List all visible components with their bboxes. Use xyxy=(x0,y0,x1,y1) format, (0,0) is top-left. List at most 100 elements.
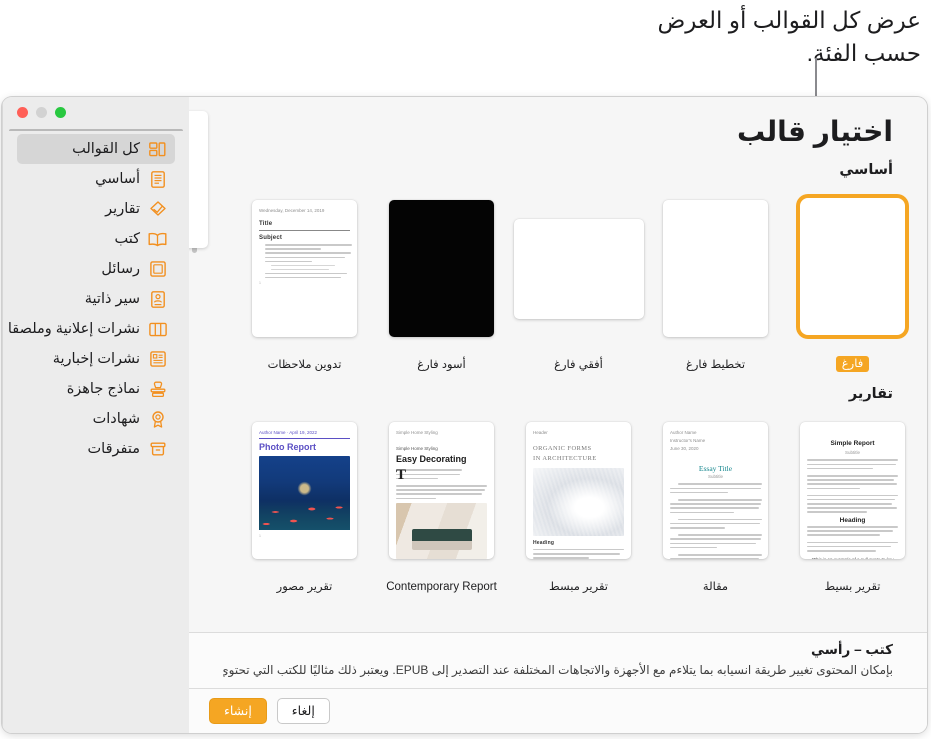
create-button[interactable]: إنشاء xyxy=(209,697,267,725)
template-card-black-blank[interactable]: أسود فارغ xyxy=(373,186,510,372)
essay-date: June 30, 2020 xyxy=(670,446,699,452)
sidebar-item-label: كل القوالب xyxy=(72,141,140,157)
minimize-button-icon[interactable] xyxy=(36,107,47,118)
template-card-blank-layout[interactable]: تخطيط فارغ xyxy=(647,186,784,372)
template-thumbnail[interactable] xyxy=(663,200,768,337)
template-thumbnail[interactable]: Simple Home Styling Simple Home Styling … xyxy=(389,422,494,560)
organic-title-line-1: ORGANIC FORMS xyxy=(533,445,592,453)
template-thumbnail[interactable] xyxy=(389,200,494,337)
template-thumbnail[interactable]: Wednesday, December 14, 2019 Title Subje… xyxy=(252,200,357,337)
template-row-reports: Simple Report Subtitle Heading "This is … xyxy=(189,111,927,594)
page-title: اختيار قالب xyxy=(736,116,893,147)
zoom-button-icon[interactable] xyxy=(55,107,66,118)
sidebar-item-miscellaneous[interactable]: متفرقات xyxy=(17,434,175,464)
thumbnail-document-preview: Simple Report Subtitle Heading "This is … xyxy=(800,422,905,559)
sidebar-item-label: رسائل xyxy=(101,261,140,277)
sidebar-item-label: شهادات xyxy=(92,411,140,427)
decor-kicker: Simple Home Styling xyxy=(396,430,438,436)
essay-instructor: Instructor's Name xyxy=(670,438,706,444)
sidebar-item-resumes[interactable]: سير ذاتية xyxy=(17,284,175,314)
template-card-organic-forms[interactable]: Header ORGANIC FORMS IN ARCHITECTURE Hea… xyxy=(510,408,647,594)
screenshot-root: عرض كل القوالب أو العرض حسب الفئة. اختيا… xyxy=(0,0,931,739)
photo-kicker: Author Name · April 19, 2022 xyxy=(259,430,318,436)
sidebar-item-label: نشرات إخبارية xyxy=(52,351,140,367)
certificates-icon xyxy=(148,410,167,429)
template-thumbnail[interactable] xyxy=(800,198,905,335)
cancel-button[interactable]: إلغاء xyxy=(276,697,330,725)
sidebar-item-newsletters[interactable]: نشرات إخبارية xyxy=(17,344,175,374)
sidebar-list: كل القوالب أساسي تقارير كتب رسائل سير ذا… xyxy=(9,129,183,733)
sidebar-item-certificates[interactable]: شهادات xyxy=(17,404,175,434)
info-description: بإمكان المحتوى تغيير طريقة انسيابه بما ي… xyxy=(223,662,893,677)
window-titlebar[interactable] xyxy=(3,97,189,129)
template-chooser-window: اختيار قالب أساسي فارغ تخطيط فارغ أفقي ف… xyxy=(2,97,927,733)
sidebar-item-books[interactable]: كتب xyxy=(17,224,175,254)
note-subject: Subject xyxy=(259,235,283,241)
divider xyxy=(259,230,350,231)
section-heading-basic: أساسي xyxy=(839,162,893,178)
template-card-photo-report[interactable]: Author Name · April 19, 2022 Photo Repor… xyxy=(236,408,373,594)
decor-drop-cap: T xyxy=(396,467,407,484)
organic-title-line-2: IN ARCHITECTURE xyxy=(533,455,597,463)
info-title: كتب – رأسي xyxy=(811,641,893,657)
template-card-offscreen-peek[interactable] xyxy=(189,111,208,248)
template-label: فارغ xyxy=(835,356,870,373)
thumbnail-document-preview: Simple Home Styling Simple Home Styling … xyxy=(389,422,494,560)
template-thumbnail[interactable] xyxy=(513,218,644,319)
thumbnail-wrap xyxy=(647,186,784,351)
decor-title: Easy Decorating xyxy=(396,454,467,465)
stationery-icon xyxy=(148,380,167,399)
template-info-bar: كتب – رأسي بإمكان المحتوى تغيير طريقة ان… xyxy=(189,631,927,688)
architecture-photo xyxy=(533,467,624,536)
section-heading-reports: تقارير xyxy=(848,386,893,403)
template-thumbnail[interactable]: Author Name · April 19, 2022 Photo Repor… xyxy=(252,422,357,560)
thumbnail-document-preview: Wednesday, December 14, 2019 Title Subje… xyxy=(252,200,357,337)
sidebar-item-reports[interactable]: تقارير xyxy=(17,194,175,224)
template-row-basic: فارغ تخطيط فارغ أفقي فارغ أسود فارغ Wedn… xyxy=(189,184,927,373)
traffic-light-controls xyxy=(17,107,66,118)
sidebar-item-label: متفرقات xyxy=(87,441,140,457)
turtle-photo xyxy=(259,456,350,531)
thumbnail-wrap: Header ORGANIC FORMS IN ARCHITECTURE Hea… xyxy=(510,408,647,573)
page-number: 1 xyxy=(259,534,261,539)
note-title: Title xyxy=(259,221,273,227)
essay-subtitle: Subtitle xyxy=(707,474,723,480)
sidebar-item-letters[interactable]: رسائل xyxy=(17,254,175,284)
template-card-blank-landscape[interactable]: أفقي فارغ xyxy=(510,186,647,372)
template-label: تقرير مبسط xyxy=(549,581,608,594)
organic-kicker: Header xyxy=(533,430,548,436)
sidebar-item-label: كتب xyxy=(114,231,140,247)
basic-document-icon xyxy=(148,170,167,189)
miscellaneous-icon xyxy=(148,440,167,459)
flyers-posters-icon xyxy=(148,320,167,339)
sidebar-item-label: نشرات إعلانية وملصقات xyxy=(9,321,140,337)
template-thumbnail[interactable]: Author Name Instructor's Name June 30, 2… xyxy=(663,422,768,560)
organic-heading: Heading xyxy=(533,539,555,546)
template-card-essay[interactable]: Author Name Instructor's Name June 30, 2… xyxy=(647,408,784,594)
sidebar-item-all-templates[interactable]: كل القوالب xyxy=(17,134,175,164)
sidebar-item-flyers-posters[interactable]: نشرات إعلانية وملصقات xyxy=(9,314,175,344)
template-card-blank[interactable]: فارغ xyxy=(784,184,921,373)
photo-title: Photo Report xyxy=(259,442,316,453)
template-label: أسود فارغ xyxy=(417,359,466,371)
template-card-note-taking[interactable]: Wednesday, December 14, 2019 Title Subje… xyxy=(236,186,373,372)
template-card-contemporary-report[interactable]: Simple Home Styling Simple Home Styling … xyxy=(373,408,510,594)
template-label: مقالة xyxy=(702,581,729,594)
note-bullets xyxy=(259,244,353,279)
template-label: تقرير بسيط xyxy=(824,581,881,594)
template-thumbnail[interactable]: Simple Report Subtitle Heading "This is … xyxy=(800,422,905,560)
report-heading: Heading xyxy=(839,517,866,525)
template-thumbnail[interactable]: Header ORGANIC FORMS IN ARCHITECTURE Hea… xyxy=(526,422,631,560)
thumbnail-document-preview: Author Name Instructor's Name June 30, 2… xyxy=(663,422,768,560)
reports-icon xyxy=(148,200,167,219)
sidebar-item-stationery[interactable]: نماذج جاهزة xyxy=(17,374,175,404)
template-card-simple-report[interactable]: Simple Report Subtitle Heading "This is … xyxy=(784,408,921,594)
template-scroll-area[interactable]: اختيار قالب أساسي فارغ تخطيط فارغ أفقي ف… xyxy=(189,97,927,632)
sidebar-item-label: تقارير xyxy=(105,201,140,217)
sidebar-item-basic[interactable]: أساسي xyxy=(17,164,175,194)
callout-annotation-text: عرض كل القوالب أو العرض حسب الفئة. xyxy=(657,7,921,66)
thumbnail-wrap: Author Name Instructor's Name June 30, 2… xyxy=(647,408,784,573)
thumbnail-wrap: Author Name · April 19, 2022 Photo Repor… xyxy=(236,408,373,573)
close-button-icon[interactable] xyxy=(17,107,28,118)
template-label: تدوين ملاحظات xyxy=(267,359,342,371)
